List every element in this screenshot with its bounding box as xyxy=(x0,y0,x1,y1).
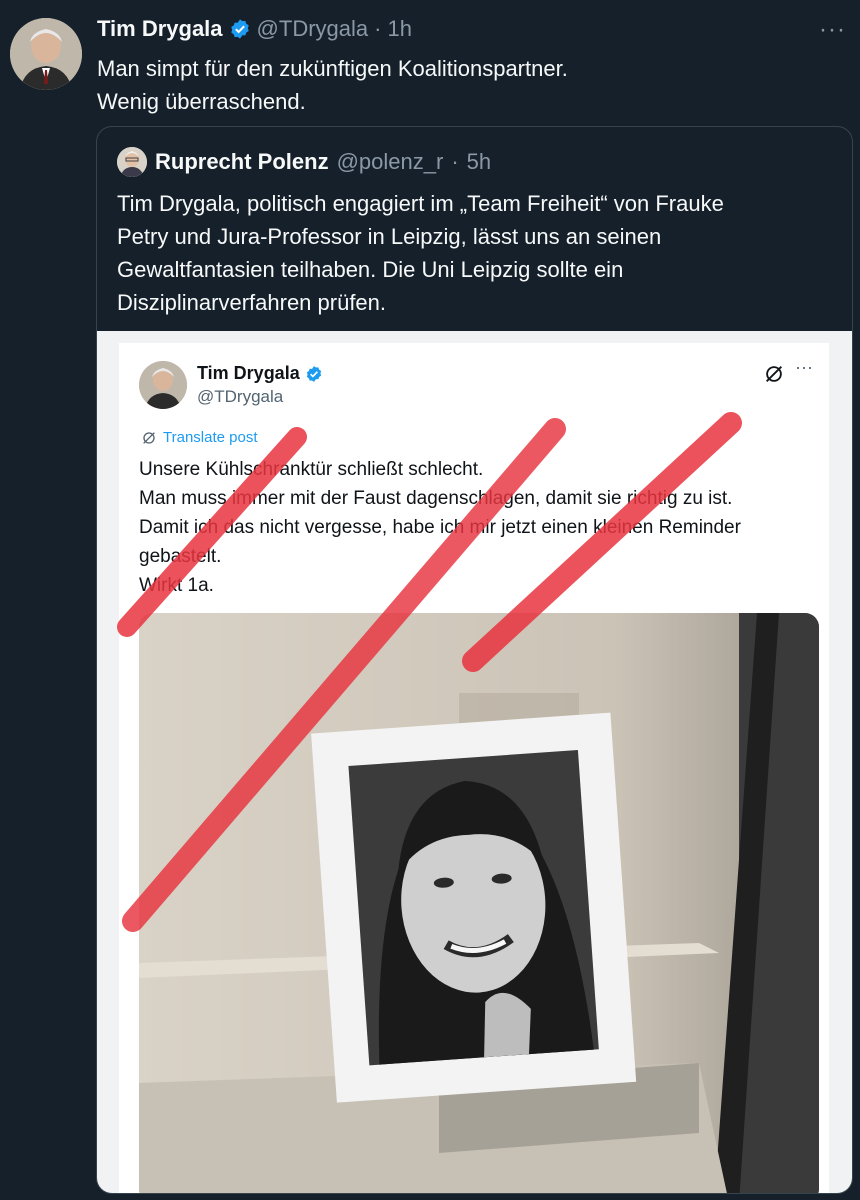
verified-badge-icon xyxy=(230,19,249,39)
tweet-text: Man simpt für den zukünftigen Koalitions… xyxy=(97,52,568,118)
author-avatar-image xyxy=(10,18,82,90)
translate-post-label: Translate post xyxy=(163,429,258,446)
screenshot-text-line: gebastelt. xyxy=(139,546,222,567)
separator-dot: · xyxy=(451,149,459,174)
quote-header: Ruprecht Polenz @polenz_r · 5h xyxy=(117,147,491,177)
quote-avatar-image xyxy=(117,147,147,177)
author-handle[interactable]: @TDrygala xyxy=(257,16,369,42)
quote-author-name[interactable]: Ruprecht Polenz xyxy=(155,149,329,175)
quote-text: Tim Drygala, politisch engagiert im „Tea… xyxy=(117,187,837,319)
tweet-text-line: Man simpt für den zukünftigen Koalitions… xyxy=(97,56,568,81)
verified-badge-icon xyxy=(306,365,321,382)
screenshot-text-line: Damit ich das nicht vergesse, habe ich m… xyxy=(139,517,741,538)
tweet-text-line: Wenig überraschend. xyxy=(97,89,306,114)
separator-dot: · xyxy=(374,16,382,41)
quote-text-line: Disziplinarverfahren prüfen. xyxy=(117,290,387,315)
quote-author-handle[interactable]: @polenz_r xyxy=(337,149,444,175)
grok-icon xyxy=(766,366,782,382)
more-icon: ··· xyxy=(795,357,813,377)
timestamp[interactable]: 1h xyxy=(387,16,411,42)
quote-text-line: Tim Drygala, politisch engagiert im „Tea… xyxy=(117,191,724,216)
screenshot-text-line: Man muss immer mit der Faust dagenschlag… xyxy=(139,488,733,509)
translate-post-link: Translate post xyxy=(141,429,258,446)
quote-text-line: Petry und Jura-Professor in Leipzig, läs… xyxy=(117,224,662,249)
tweet-header: Tim Drygala @TDrygala · 1h xyxy=(97,16,412,42)
translate-icon xyxy=(143,431,155,444)
tweet[interactable]: Tim Drygala @TDrygala · 1h ··· Man simpt… xyxy=(0,0,860,1200)
screenshot-author-avatar xyxy=(139,361,187,409)
more-icon[interactable]: ··· xyxy=(819,16,846,44)
screenshot-author-name-text: Tim Drygala xyxy=(197,363,300,383)
quote-media-image[interactable]: Tim Drygala @TDrygala ··· Translate post… xyxy=(97,331,852,1193)
quote-text-line: Gewaltfantasien teilhaben. Die Uni Leipz… xyxy=(117,257,624,282)
screenshot-text-line: Unsere Kühlschranktür schließt schlecht. xyxy=(139,459,484,480)
screenshot-author-name: Tim Drygala xyxy=(197,363,323,384)
screenshot-avatar-image xyxy=(139,361,187,409)
quote-author-avatar[interactable] xyxy=(117,147,147,177)
quoted-tweet[interactable]: Ruprecht Polenz @polenz_r · 5h Tim Dryga… xyxy=(96,126,853,1194)
screenshot-author-handle: @TDrygala xyxy=(197,387,284,406)
screenshot-post-card: Tim Drygala @TDrygala ··· Translate post… xyxy=(119,343,829,1193)
quote-timestamp[interactable]: 5h xyxy=(467,149,491,175)
screenshot-text-line: Wirkt 1a. xyxy=(139,575,214,596)
author-avatar[interactable] xyxy=(10,18,82,90)
screenshot-post-text: Unsere Kühlschranktür schließt schlecht.… xyxy=(139,455,741,600)
fridge-photo-image xyxy=(139,613,819,1193)
fridge-photo xyxy=(139,613,819,1193)
author-name[interactable]: Tim Drygala xyxy=(97,16,223,42)
